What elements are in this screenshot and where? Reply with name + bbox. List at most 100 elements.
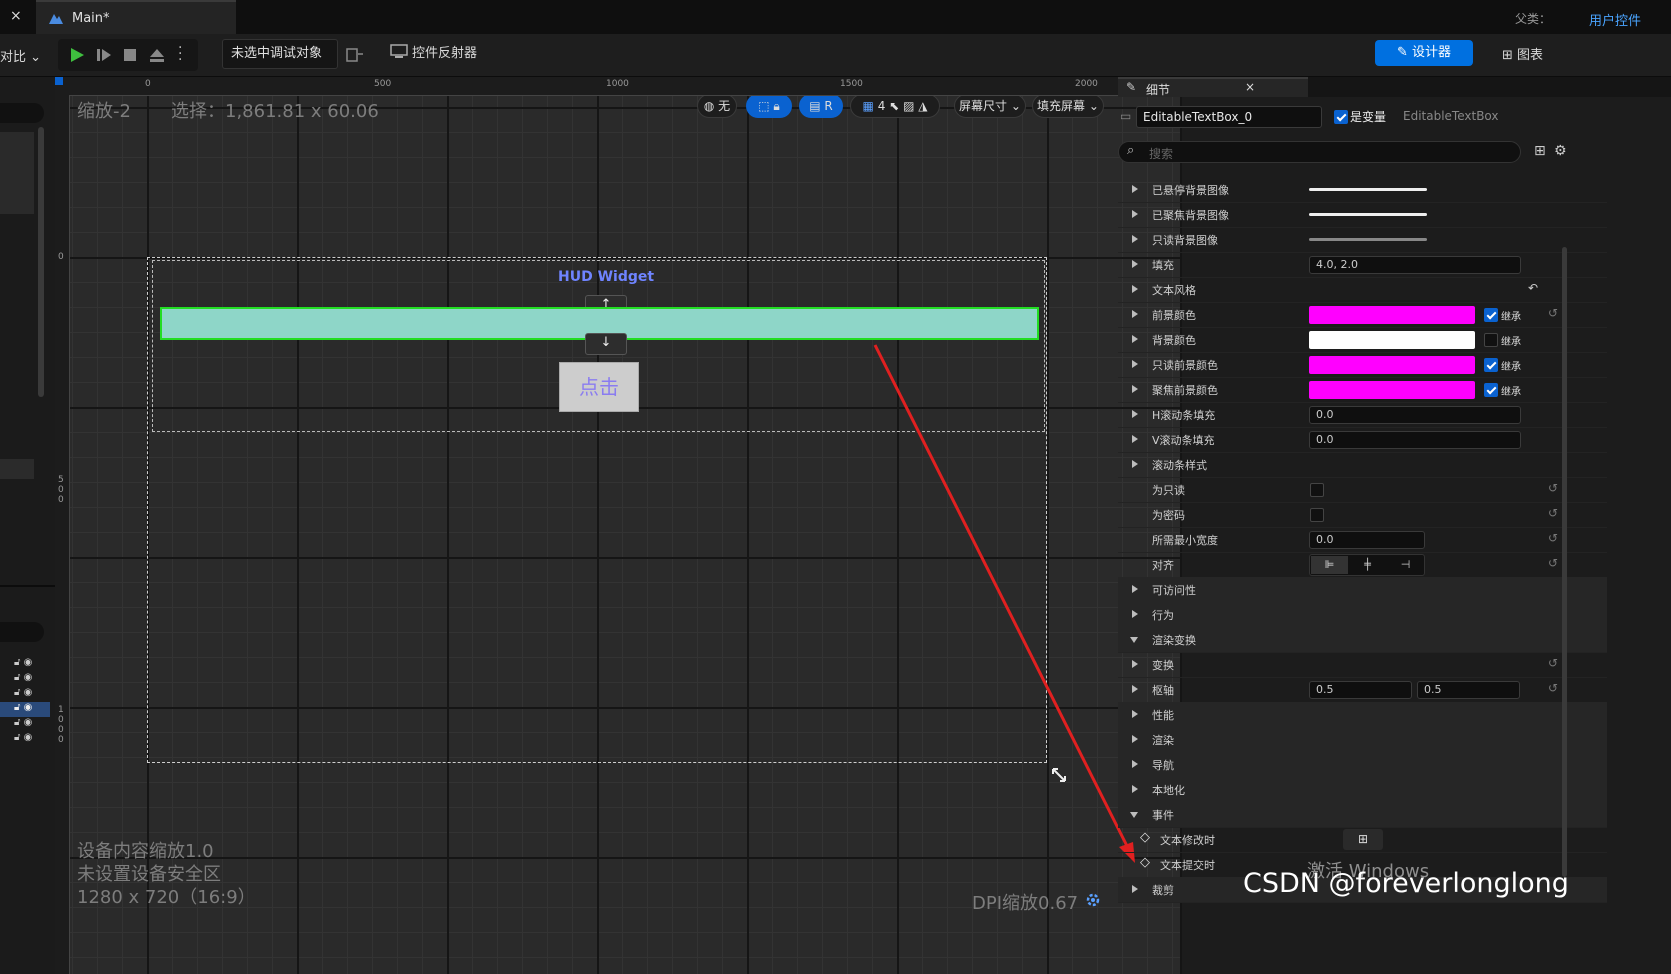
eject-icon[interactable] [148, 47, 166, 63]
play-icon[interactable] [69, 47, 85, 63]
property-row[interactable]: 填充 4.0, 2.0 [1118, 252, 1607, 278]
property-row[interactable]: 前景颜色 继承 ↺ [1118, 302, 1607, 328]
tab-main[interactable]: Main* [36, 0, 236, 34]
property-row[interactable]: 枢轴 0.5 0.5 ↺ [1118, 677, 1607, 703]
pivot-x-value[interactable]: 0.5 [1309, 681, 1412, 699]
parent-class-link[interactable]: 用户控件 [1589, 10, 1641, 29]
expand-arrow-icon[interactable] [1132, 585, 1138, 593]
reset-icon[interactable]: ↶ [1528, 281, 1538, 295]
property-row[interactable]: 为密码 ↺ [1118, 502, 1607, 528]
details-tab[interactable]: ✎ 细节 × [1118, 77, 1308, 97]
category-row[interactable]: 性能 [1118, 702, 1607, 728]
reset-icon[interactable]: ↺ [1548, 556, 1558, 570]
expand-arrow-icon[interactable] [1132, 685, 1138, 693]
expand-arrow-icon[interactable] [1132, 185, 1138, 193]
expand-arrow-icon[interactable] [1132, 610, 1138, 618]
hscroll-padding-value[interactable]: 0.0 [1309, 406, 1521, 424]
property-row[interactable]: 已悬停背景图像 [1118, 177, 1607, 203]
property-row[interactable]: 背景颜色 继承 [1118, 327, 1607, 353]
padding-value[interactable]: 4.0, 2.0 [1309, 256, 1521, 274]
expand-arrow-icon[interactable] [1132, 210, 1138, 218]
expand-arrow-icon[interactable] [1132, 235, 1138, 243]
designer-canvas[interactable]: HUD Widget ↑ ↓ 点击 缩放-2 选择：1,861.81 x 60.… [55, 77, 1180, 974]
readonly-checkbox[interactable] [1310, 483, 1324, 497]
palette-item[interactable] [0, 132, 34, 214]
lock-eye-icons[interactable]: 🔓︎ ◉ [14, 657, 50, 672]
readonly-color-swatch[interactable] [1309, 356, 1475, 374]
focused-color-swatch[interactable] [1309, 381, 1475, 399]
property-row[interactable]: 只读前景颜色 继承 [1118, 352, 1607, 378]
expand-arrow-icon[interactable] [1132, 410, 1138, 418]
expand-arrow-icon[interactable] [1132, 660, 1138, 668]
is-variable-checkbox[interactable] [1334, 110, 1348, 124]
property-row[interactable]: 对齐 ⊫ ╪ ⊣ ↺ [1118, 552, 1607, 578]
lock-eye-icons[interactable]: 🔓︎ ◉ [14, 732, 50, 747]
inherit-checkbox[interactable] [1484, 383, 1498, 397]
expand-arrow-icon[interactable] [1132, 435, 1138, 443]
category-row[interactable]: 事件 [1118, 802, 1607, 828]
expand-arrow-icon[interactable] [1132, 335, 1138, 343]
expand-arrow-icon[interactable] [1132, 310, 1138, 318]
designer-mode-button[interactable]: ✎ 设计器 [1375, 40, 1473, 66]
category-row[interactable]: 本地化 [1118, 777, 1607, 803]
property-row[interactable]: 文本风格 ↶ [1118, 277, 1607, 303]
align-right-icon[interactable]: ⊣ [1387, 556, 1424, 574]
expand-arrow-icon[interactable] [1132, 760, 1138, 768]
step-icon[interactable] [96, 47, 112, 63]
pivot-y-value[interactable]: 0.5 [1417, 681, 1520, 699]
property-row[interactable]: 所需最小宽度 0.0 ↺ [1118, 527, 1607, 553]
inherit-checkbox[interactable] [1484, 308, 1498, 322]
align-left-icon[interactable]: ⊫ [1311, 556, 1348, 574]
widget-name-input[interactable]: EditableTextBox_0 [1136, 106, 1322, 128]
background-color-swatch[interactable] [1309, 331, 1475, 349]
reset-icon[interactable]: ↺ [1548, 506, 1558, 520]
close-tab-icon[interactable]: × [10, 8, 22, 24]
property-row[interactable]: 滚动条样式 [1118, 452, 1607, 478]
align-center-icon[interactable]: ╪ [1349, 556, 1386, 574]
property-row[interactable]: H滚动条填充 0.0 [1118, 402, 1607, 428]
palette-search-input[interactable] [0, 103, 44, 123]
vscroll-padding-value[interactable]: 0.0 [1309, 431, 1521, 449]
foreground-color-swatch[interactable] [1309, 306, 1475, 324]
event-row[interactable]: ◇ 文本修改时 ⊞ [1118, 827, 1607, 853]
min-width-value[interactable]: 0.0 [1309, 531, 1425, 549]
reset-icon[interactable]: ↺ [1548, 481, 1558, 495]
inherit-checkbox[interactable] [1484, 358, 1498, 372]
category-row[interactable]: 导航 [1118, 752, 1607, 778]
lock-eye-icons[interactable]: 🔓︎ ◉ [14, 717, 50, 732]
view-options-icon[interactable]: ⊞ [1534, 143, 1546, 159]
category-row[interactable]: 渲染 [1118, 727, 1607, 753]
reset-icon[interactable]: ↺ [1548, 531, 1558, 545]
lock-eye-icons[interactable]: 🔓︎ ◉ [14, 687, 50, 702]
find-debug-icon[interactable] [346, 46, 364, 62]
reset-icon[interactable]: ↺ [1548, 681, 1558, 695]
expand-arrow-icon[interactable] [1132, 785, 1138, 793]
add-event-button[interactable]: ⊞ [1343, 829, 1383, 850]
details-search-input[interactable]: ⌕ 搜索 [1118, 141, 1521, 163]
debug-object-dropdown[interactable]: 未选中调试对象 ⌄ [222, 39, 338, 89]
compare-dropdown[interactable]: 对比 ⌄ [0, 46, 41, 65]
category-row[interactable]: 渲染变换 [1118, 627, 1607, 653]
expand-arrow-icon[interactable] [1132, 385, 1138, 393]
inherit-checkbox[interactable] [1484, 333, 1498, 347]
category-row[interactable]: 行为 [1118, 602, 1607, 628]
property-row[interactable]: V滚动条填充 0.0 [1118, 427, 1607, 453]
password-checkbox[interactable] [1310, 508, 1324, 522]
lock-eye-icons[interactable]: 🔓︎ ◉ [14, 672, 50, 687]
category-row[interactable]: 可访问性 [1118, 577, 1607, 603]
reset-icon[interactable]: ↺ [1548, 656, 1558, 670]
property-row[interactable]: 变换 ↺ [1118, 652, 1607, 678]
graph-mode-button[interactable]: ⊞ 图表 [1502, 44, 1543, 63]
details-scrollbar[interactable] [1562, 247, 1567, 877]
expand-arrow-icon[interactable] [1132, 735, 1138, 743]
palette-item[interactable] [0, 459, 34, 479]
hierarchy-search-input[interactable] [0, 622, 44, 642]
property-row[interactable]: 已聚焦背景图像 [1118, 202, 1607, 228]
expand-arrow-icon[interactable] [1132, 460, 1138, 468]
close-icon[interactable]: × [1245, 80, 1255, 94]
lock-eye-icons-selected[interactable]: 🔓︎ ◉ [0, 702, 50, 717]
collapse-arrow-icon[interactable] [1130, 637, 1138, 643]
expand-arrow-icon[interactable] [1132, 885, 1138, 893]
more-options-icon[interactable]: · · · [178, 41, 182, 67]
expand-arrow-icon[interactable] [1132, 260, 1138, 268]
